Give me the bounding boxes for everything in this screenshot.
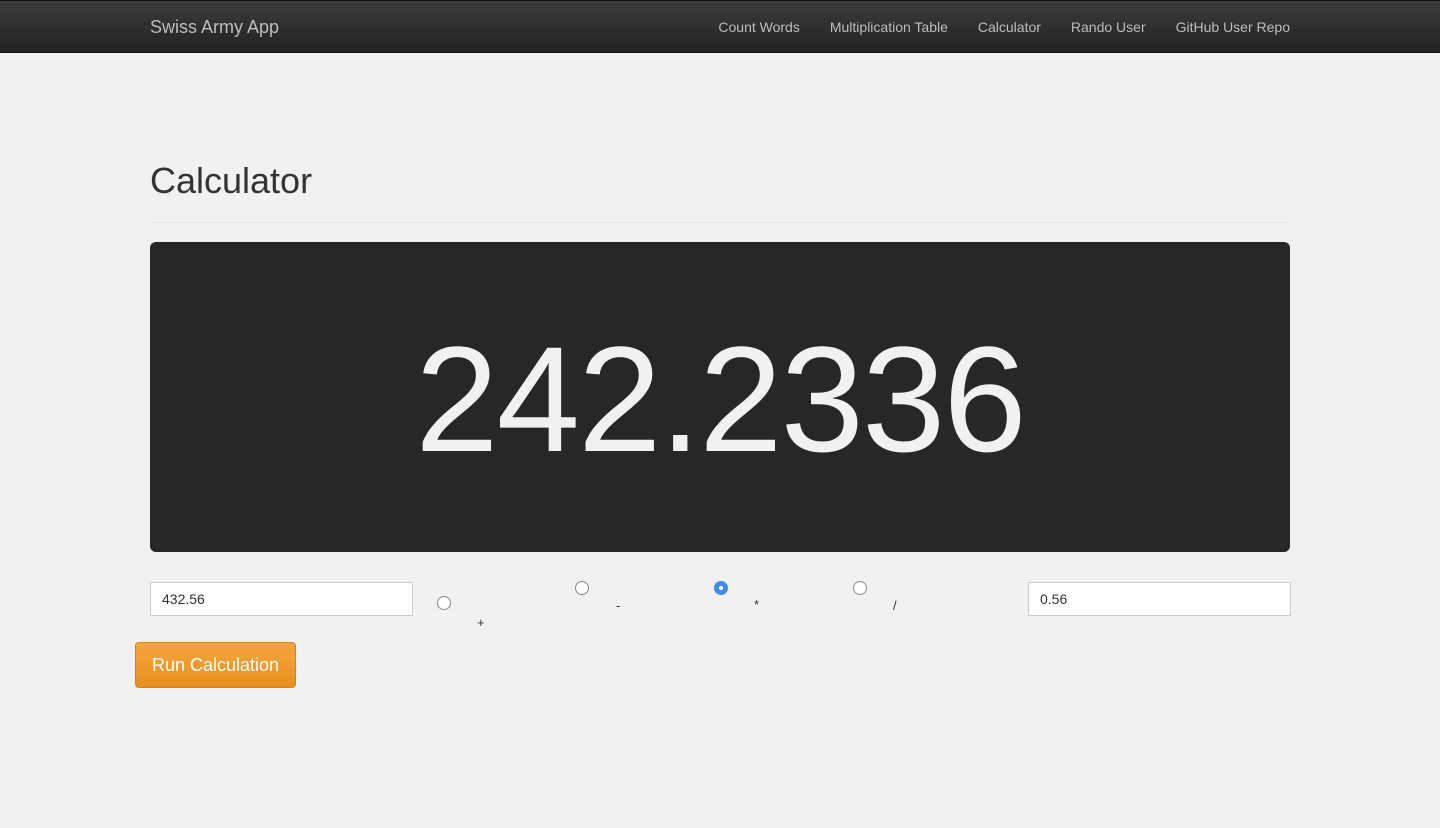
result-display: 242.2336 — [150, 242, 1290, 552]
operation-label-divide: / — [893, 598, 897, 613]
second-number-input[interactable] — [1028, 582, 1291, 616]
operation-label-subtract: - — [616, 598, 621, 613]
operation-label-multiply: * — [754, 597, 760, 612]
result-value: 242.2336 — [415, 314, 1027, 483]
navbar: Swiss Army App Count Words Multiplicatio… — [0, 0, 1440, 53]
nav-link-calculator[interactable]: Calculator — [978, 19, 1041, 35]
nav-link-rando-user[interactable]: Rando User — [1071, 19, 1146, 35]
nav-links: Count Words Multiplication Table Calcula… — [718, 19, 1290, 37]
nav-link-github-user-repo[interactable]: GitHub User Repo — [1176, 19, 1290, 35]
operation-radio-subtract[interactable] — [575, 581, 589, 595]
page-title: Calculator — [150, 160, 313, 201]
operation-radio-multiply[interactable] — [714, 581, 728, 595]
nav-link-count-words[interactable]: Count Words — [718, 19, 799, 35]
operation-label-add: + — [477, 615, 485, 630]
operation-radio-add[interactable] — [437, 596, 451, 610]
run-calculation-button[interactable]: Run Calculation — [135, 642, 296, 688]
nav-link-multiplication-table[interactable]: Multiplication Table — [830, 19, 948, 35]
operation-radio-divide[interactable] — [853, 581, 867, 595]
first-number-input[interactable] — [150, 582, 413, 616]
brand-link[interactable]: Swiss Army App — [150, 17, 279, 38]
page-header: Calculator — [150, 160, 1290, 223]
